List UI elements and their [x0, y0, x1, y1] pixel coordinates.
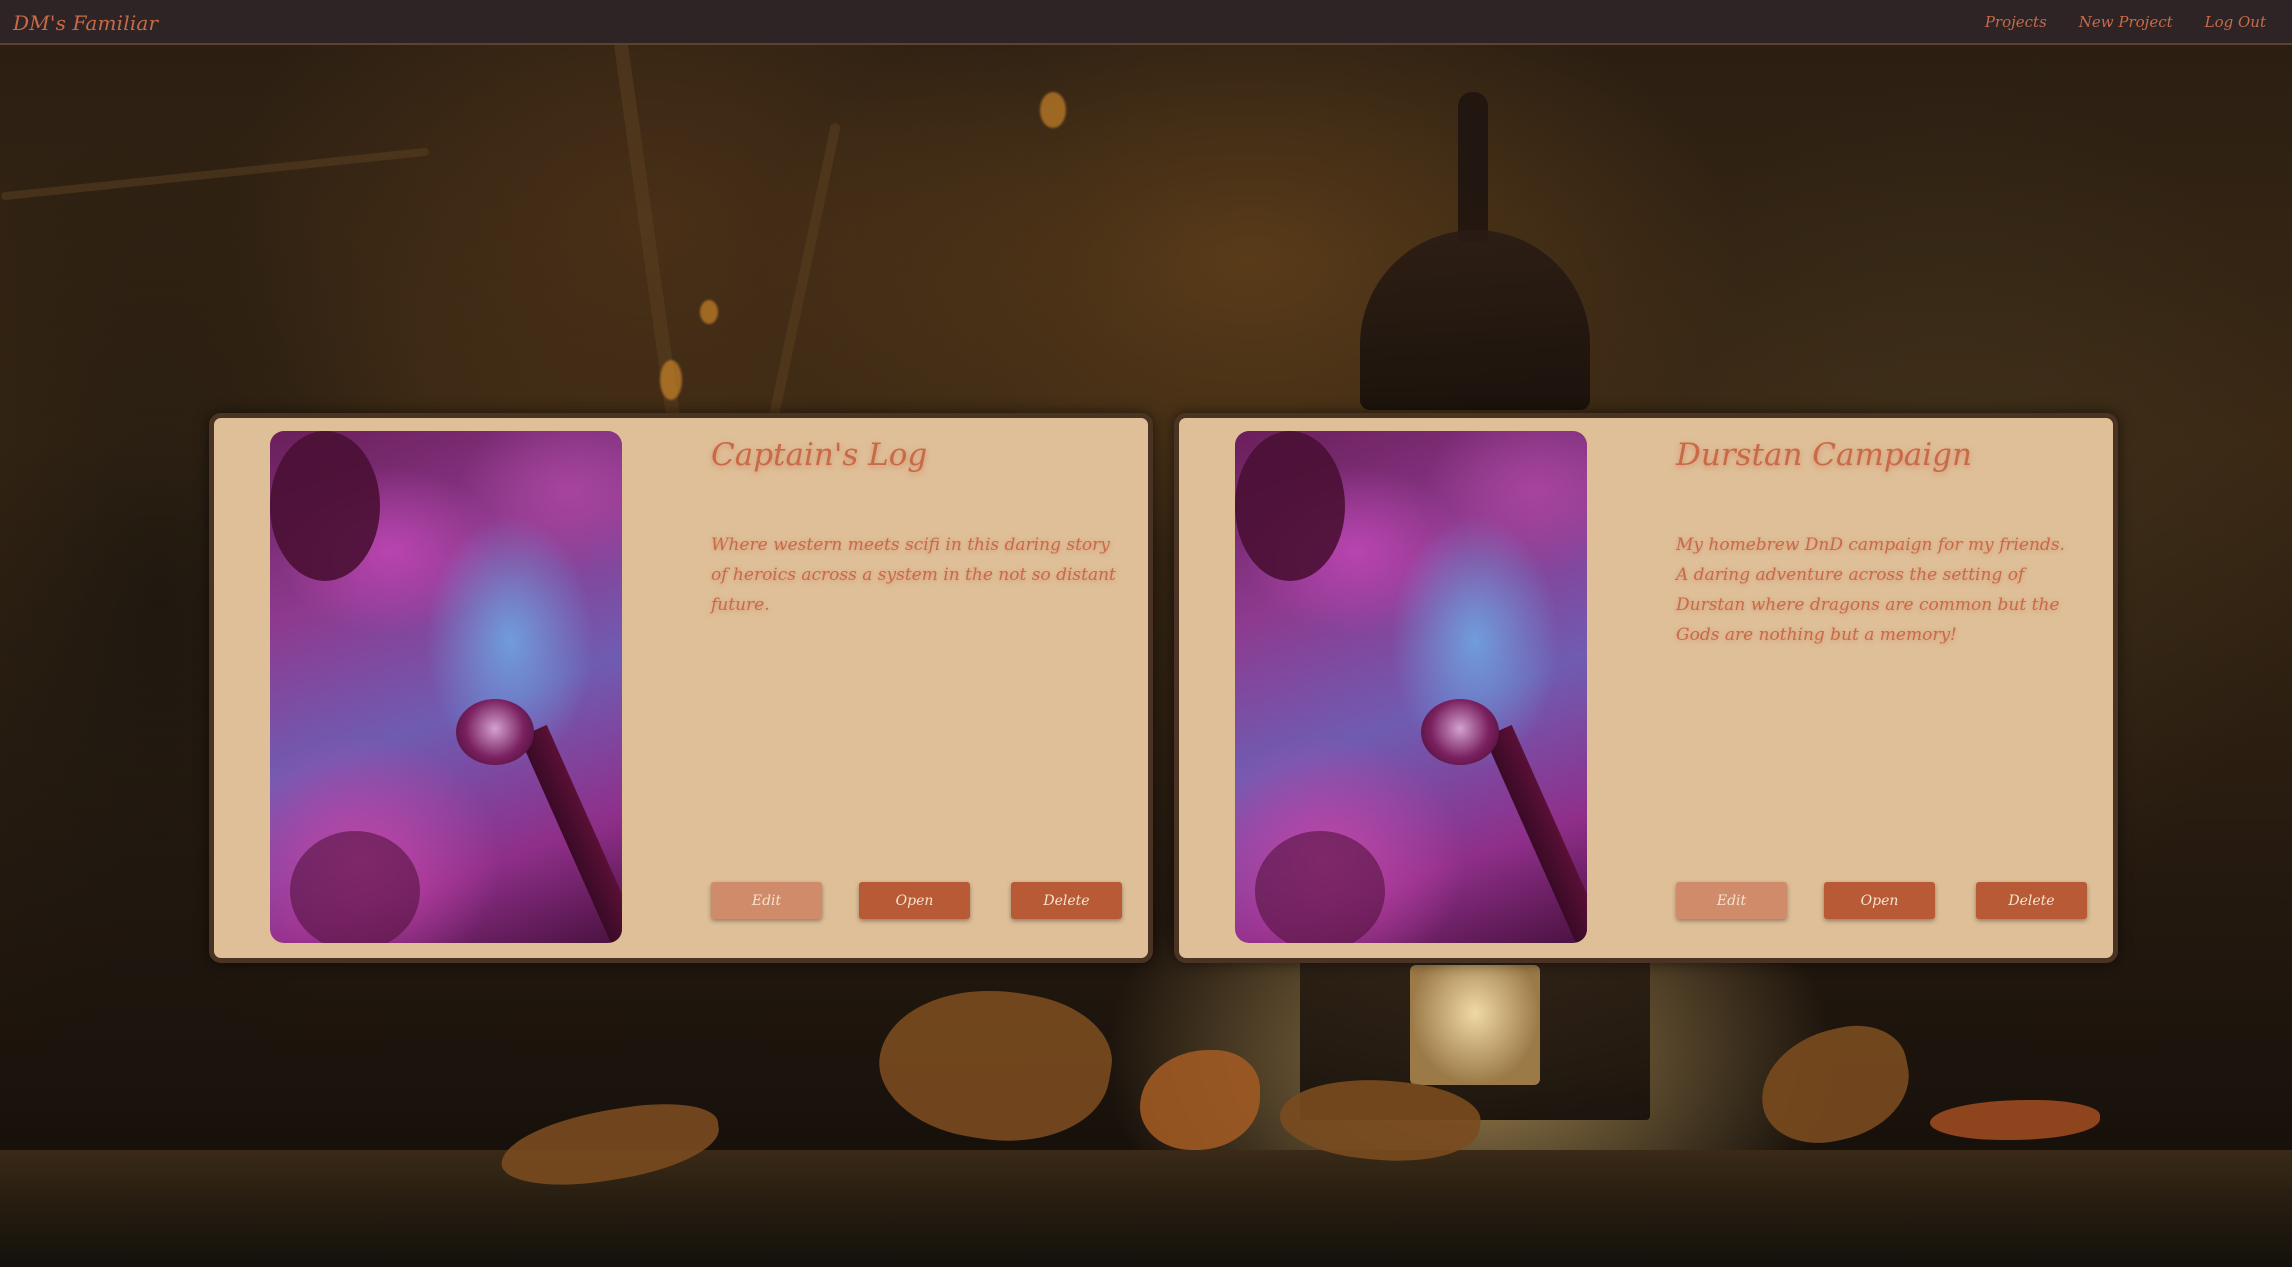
- project-title: Durstan Campaign: [1676, 437, 1972, 473]
- tree-shadow: [1235, 431, 1345, 581]
- open-button[interactable]: Open: [1824, 882, 1935, 919]
- project-card: Durstan Campaign My homebrew DnD campaig…: [1174, 413, 2118, 963]
- top-navbar: DM's Familiar Projects New Project Log O…: [0, 0, 2292, 45]
- lamp-post: [1484, 724, 1587, 943]
- lamp-head: [1421, 699, 1499, 765]
- branch-decoration: [768, 122, 842, 418]
- wooden-bench: [0, 1150, 2292, 1267]
- tree-shadow: [290, 831, 420, 943]
- lantern-glass: [1410, 965, 1540, 1085]
- nav-links: Projects New Project Log Out: [1985, 13, 2266, 31]
- project-description: Where western meets scifi in this daring…: [711, 535, 1116, 615]
- branch-decoration: [0, 147, 430, 201]
- delete-button[interactable]: Delete: [1011, 882, 1122, 919]
- open-button[interactable]: Open: [859, 882, 970, 919]
- glowing-leaf: [660, 360, 682, 400]
- project-title: Captain's Log: [711, 437, 928, 473]
- lantern-spire: [1458, 92, 1488, 242]
- edit-button[interactable]: Edit: [1676, 882, 1787, 919]
- edit-button[interactable]: Edit: [711, 882, 822, 919]
- nav-link-new-project[interactable]: New Project: [2079, 13, 2173, 31]
- glowing-leaf: [1040, 92, 1066, 128]
- dead-leaf: [868, 971, 1122, 1159]
- project-cover-image: [270, 431, 622, 943]
- lamp-post: [519, 724, 622, 943]
- project-cover-image: [1235, 431, 1587, 943]
- delete-button[interactable]: Delete: [1976, 882, 2087, 919]
- dead-leaf: [1140, 1050, 1260, 1150]
- project-description: My homebrew DnD campaign for my friends.…: [1676, 535, 2065, 645]
- tree-shadow: [1255, 831, 1385, 943]
- lamp-head: [456, 699, 534, 765]
- tree-shadow: [270, 431, 380, 581]
- brand-logo[interactable]: DM's Familiar: [13, 11, 158, 35]
- lantern-top: [1360, 230, 1590, 410]
- nav-link-projects[interactable]: Projects: [1985, 13, 2047, 31]
- glowing-leaf: [700, 300, 718, 324]
- dead-leaf: [1750, 1015, 1920, 1155]
- project-card: Captain's Log Where western meets scifi …: [209, 413, 1153, 963]
- nav-link-log-out[interactable]: Log Out: [2205, 13, 2266, 31]
- dead-leaf: [1930, 1100, 2100, 1140]
